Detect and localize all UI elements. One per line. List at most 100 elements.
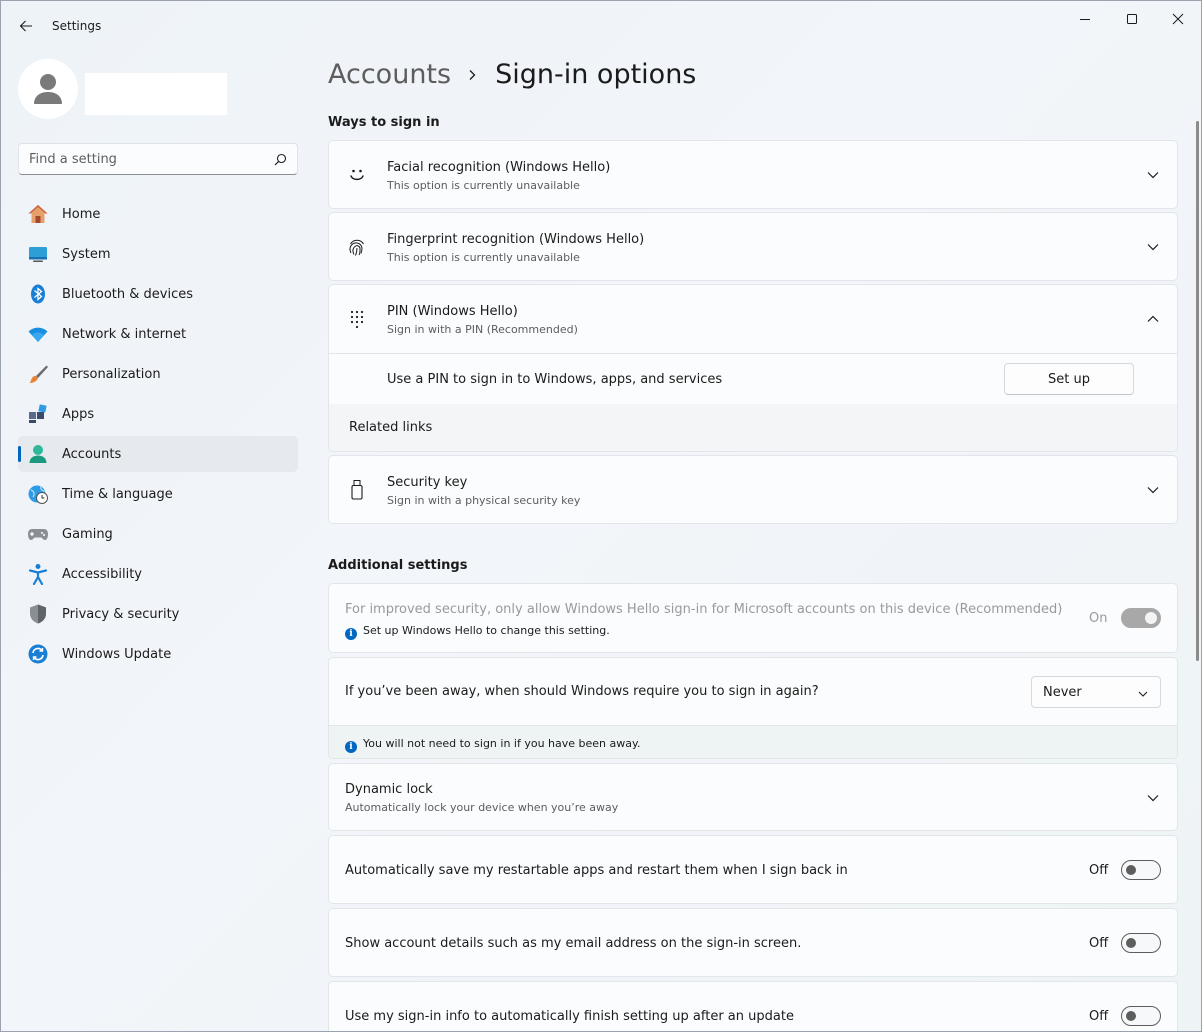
search-input[interactable] — [29, 151, 274, 167]
signin-info-toggle[interactable] — [1121, 1006, 1161, 1026]
fingerprint-subtitle: This option is currently unavailable — [387, 251, 580, 264]
account-details-toggle[interactable] — [1121, 933, 1161, 953]
chevron-down-icon[interactable] — [1145, 239, 1161, 255]
facial-recognition-title: Facial recognition (Windows Hello) — [387, 160, 611, 175]
dynamic-lock-card[interactable]: Dynamic lock Automatically lock your dev… — [328, 763, 1178, 831]
sidebar-item-windows-update[interactable]: Windows Update — [18, 636, 298, 672]
minimize-button[interactable] — [1062, 7, 1108, 31]
apps-icon — [26, 402, 50, 426]
pin-subtitle: Sign in with a PIN (Recommended) — [387, 323, 578, 336]
dynamic-lock-subtitle: Automatically lock your device when you’… — [345, 801, 619, 814]
maximize-icon — [1127, 14, 1137, 24]
sidebar-item-apps[interactable]: Apps — [18, 396, 298, 432]
facial-recognition-card[interactable]: Facial recognition (Windows Hello) This … — [328, 140, 1178, 209]
pin-keypad-icon — [345, 307, 369, 331]
sidebar-item-gaming[interactable]: Gaming — [18, 516, 298, 552]
fingerprint-title: Fingerprint recognition (Windows Hello) — [387, 232, 645, 247]
time-language-icon — [26, 482, 50, 506]
breadcrumb-parent[interactable]: Accounts — [328, 59, 451, 90]
security-key-title: Security key — [387, 475, 468, 490]
maximize-button[interactable] — [1109, 7, 1155, 31]
sidebar-item-network[interactable]: Network & internet — [18, 316, 298, 352]
gaming-icon — [26, 522, 50, 546]
scrollbar[interactable] — [1196, 121, 1199, 661]
info-icon: i — [345, 628, 357, 640]
account-details-state: Off — [1089, 936, 1109, 951]
section-additional-settings: Additional settings — [328, 558, 468, 573]
away-dropdown[interactable]: Never — [1031, 676, 1161, 708]
toggle-knob — [1126, 938, 1136, 948]
restart-apps-text: Automatically save my restartable apps a… — [345, 863, 848, 878]
away-dropdown-value: Never — [1043, 684, 1082, 700]
hello-only-toggle — [1121, 608, 1161, 628]
title-bar: Settings — [1, 1, 1201, 51]
sidebar-item-bluetooth[interactable]: Bluetooth & devices — [18, 276, 298, 312]
info-icon: i — [345, 741, 357, 753]
pin-header[interactable]: PIN (Windows Hello) Sign in with a PIN (… — [329, 285, 1177, 353]
sidebar-item-personalization[interactable]: Personalization — [18, 356, 298, 392]
chevron-right-icon — [467, 69, 477, 81]
pin-setup-row: Use a PIN to sign in to Windows, apps, a… — [329, 354, 1177, 404]
accounts-icon — [26, 442, 50, 466]
signin-info-card: Use my sign-in info to automatically fin… — [328, 981, 1178, 1031]
toggle-knob — [1145, 612, 1157, 624]
minimize-icon — [1080, 19, 1090, 20]
sidebar-item-home[interactable]: Home — [18, 196, 298, 232]
page-title: Sign-in options — [495, 59, 697, 90]
chevron-up-icon[interactable] — [1145, 311, 1161, 327]
chevron-down-icon[interactable] — [1145, 790, 1161, 806]
sidebar-item-accounts[interactable]: Accounts — [18, 436, 298, 472]
system-icon — [26, 242, 50, 266]
chevron-down-icon — [1138, 687, 1148, 702]
account-details-card: Show account details such as my email ad… — [328, 908, 1178, 977]
close-icon — [1172, 13, 1184, 25]
section-ways-to-sign-in: Ways to sign in — [328, 115, 440, 130]
signin-info-state: Off — [1089, 1009, 1109, 1024]
accessibility-icon — [26, 562, 50, 586]
pin-setup-button[interactable]: Set up — [1004, 363, 1134, 395]
dynamic-lock-title: Dynamic lock — [345, 782, 433, 797]
sidebar-item-time-language[interactable]: Time & language — [18, 476, 298, 512]
sidebar-item-privacy[interactable]: Privacy & security — [18, 596, 298, 632]
network-icon — [26, 322, 50, 346]
pin-title: PIN (Windows Hello) — [387, 304, 518, 319]
hello-only-card: For improved security, only allow Window… — [328, 583, 1178, 653]
security-key-card[interactable]: Security key Sign in with a physical sec… — [328, 455, 1178, 524]
security-key-icon — [345, 478, 369, 502]
toggle-knob — [1126, 865, 1136, 875]
away-note: i You will not need to sign in if you hav… — [345, 737, 640, 753]
chevron-down-icon[interactable] — [1145, 482, 1161, 498]
sidebar-item-system[interactable]: System — [18, 236, 298, 272]
fingerprint-card[interactable]: Fingerprint recognition (Windows Hello) … — [328, 212, 1178, 281]
hello-only-state: On — [1089, 611, 1108, 626]
fingerprint-icon — [345, 235, 369, 259]
related-links-row: Related links — [329, 404, 1177, 451]
breadcrumb: Accounts Sign-in options — [328, 59, 696, 90]
windows-update-icon — [26, 642, 50, 666]
related-links-label: Related links — [349, 420, 433, 435]
profile-name-redacted — [85, 73, 227, 115]
chevron-down-icon[interactable] — [1145, 167, 1161, 183]
signin-info-text: Use my sign-in info to automatically fin… — [345, 1009, 794, 1024]
user-icon — [34, 74, 62, 104]
account-details-text: Show account details such as my email ad… — [345, 936, 802, 951]
search-box[interactable] — [18, 143, 298, 175]
pin-setup-text: Use a PIN to sign in to Windows, apps, a… — [387, 372, 723, 387]
close-button[interactable] — [1155, 7, 1201, 31]
sidebar-nav: Home System Bluetooth & devices Network … — [18, 196, 298, 676]
search-icon[interactable] — [274, 153, 287, 166]
restart-apps-toggle[interactable] — [1121, 860, 1161, 880]
avatar[interactable] — [18, 59, 78, 119]
personalization-icon — [26, 362, 50, 386]
pin-card: PIN (Windows Hello) Sign in with a PIN (… — [328, 284, 1178, 452]
security-key-subtitle: Sign in with a physical security key — [387, 494, 581, 507]
restart-apps-state: Off — [1089, 863, 1109, 878]
privacy-icon — [26, 602, 50, 626]
sidebar-item-accessibility[interactable]: Accessibility — [18, 556, 298, 592]
back-arrow-icon — [19, 20, 32, 32]
hello-only-note: i Set up Windows Hello to change this set… — [345, 624, 610, 640]
away-note-row: i You will not need to sign in if you hav… — [329, 725, 1177, 758]
away-card: If you’ve been away, when should Windows… — [328, 657, 1178, 759]
back-button[interactable] — [13, 13, 39, 39]
app-title: Settings — [52, 19, 102, 33]
